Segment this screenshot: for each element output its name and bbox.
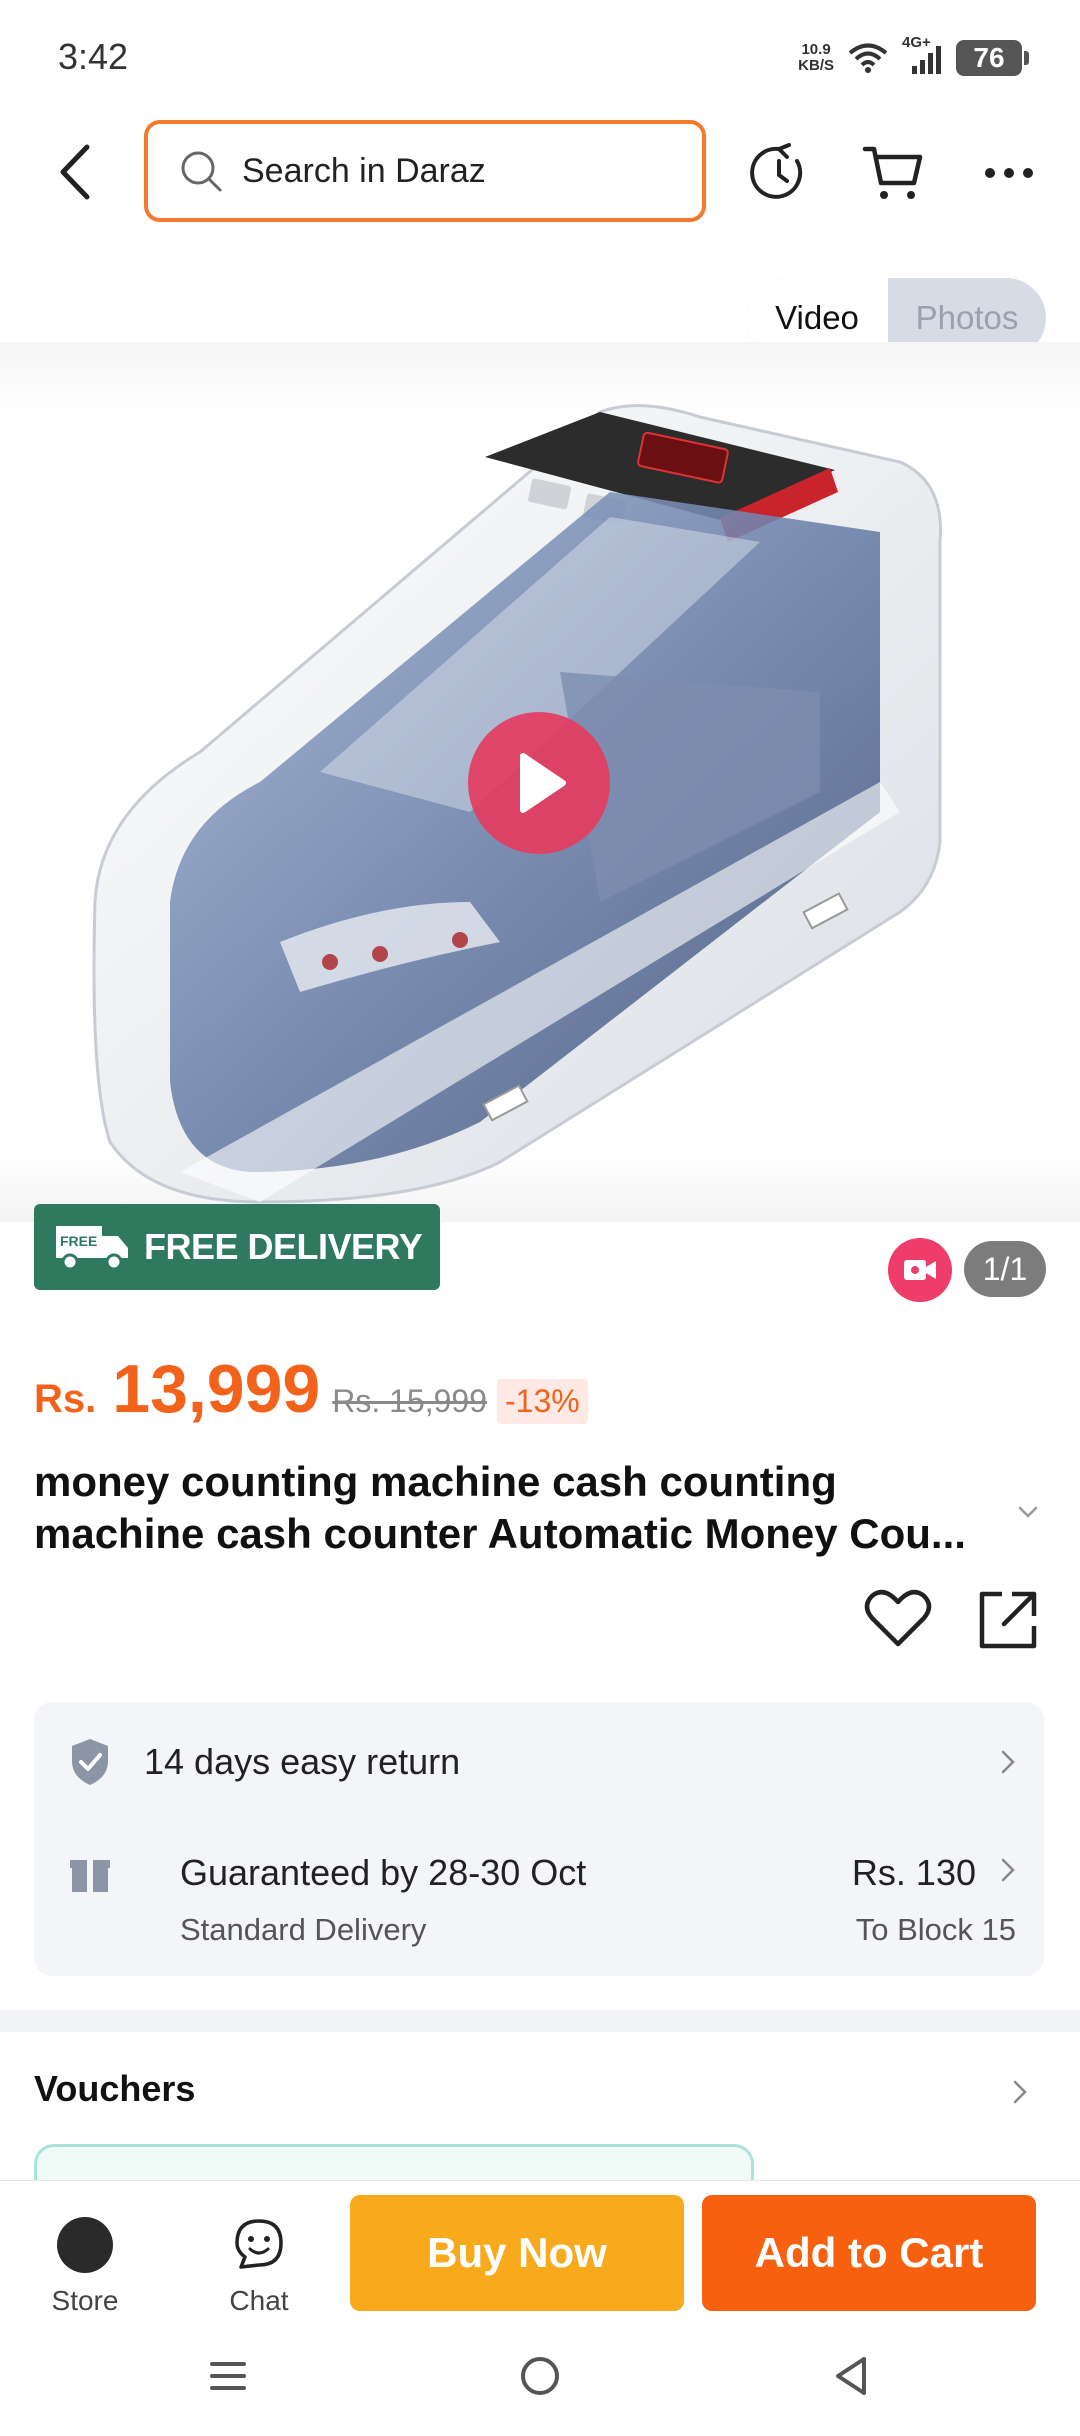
image-counter: 1/1: [964, 1241, 1046, 1297]
back-button[interactable]: [44, 140, 104, 204]
wifi-icon: [848, 43, 888, 73]
delivery-method: Standard Delivery: [180, 1912, 427, 1947]
return-policy-text: 14 days easy return: [144, 1741, 461, 1782]
wishlist-button[interactable]: [864, 1588, 932, 1650]
delivery-fee: Rs. 130: [851, 1852, 976, 1893]
search-icon: [181, 151, 222, 192]
play-icon: [520, 753, 566, 813]
status-icons: 10.9 KB/S 4G+ 76: [798, 34, 1029, 80]
search-input[interactable]: Search in Daraz: [144, 120, 706, 222]
original-price: Rs. 15,999: [332, 1383, 487, 1419]
chevron-down-icon: [1018, 1506, 1038, 1518]
free-delivery-badge: FREE FREE DELIVERY: [34, 1204, 440, 1290]
play-video-button[interactable]: [468, 712, 610, 854]
product-title: money counting machine cash counting mac…: [34, 1458, 966, 1557]
chevron-right-icon: [1001, 1750, 1015, 1774]
buy-now-button[interactable]: Buy Now: [350, 2195, 684, 2311]
status-bar: 3:42 10.9 KB/S 4G+ 76: [0, 0, 1080, 112]
share-button[interactable]: [976, 1588, 1040, 1652]
home-circle-icon: [521, 2357, 559, 2395]
price-row: Rs. 13,999 Rs. 15,999 -13%: [34, 1350, 588, 1428]
chat-button[interactable]: Chat: [214, 2217, 304, 2317]
svg-text:FREE: FREE: [60, 1233, 97, 1249]
delivery-info-card: 14 days easy return Guaranteed by 28-30 …: [34, 1702, 1044, 1976]
system-nav-bar: [0, 2316, 1080, 2436]
current-price: 13,999: [112, 1351, 321, 1427]
free-delivery-label: FREE DELIVERY: [144, 1226, 423, 1267]
cart-button[interactable]: [860, 140, 926, 206]
heart-icon: [864, 1589, 932, 1647]
store-label: Store: [51, 2285, 119, 2316]
back-arrow-icon: [60, 144, 90, 200]
delivery-truck-icon: FREE: [56, 1226, 128, 1271]
price-currency: Rs.: [34, 1377, 97, 1421]
more-dots-icon: [985, 168, 1033, 178]
voucher-card[interactable]: [34, 2144, 754, 2184]
store-button[interactable]: Store: [40, 2217, 130, 2317]
chevron-right-icon[interactable]: [1010, 2078, 1030, 2106]
section-divider: [0, 2010, 1080, 2032]
menu-lines-icon: [210, 2362, 246, 2390]
chevron-right-icon: [1001, 1858, 1015, 1882]
more-options-button[interactable]: [976, 140, 1042, 206]
return-policy-row[interactable]: 14 days easy return: [68, 1732, 1018, 1792]
share-icon: [979, 1591, 1037, 1649]
discount-badge: -13%: [497, 1379, 588, 1424]
package-icon: [70, 1860, 110, 1892]
video-camera-icon: [904, 1260, 936, 1280]
delivery-guarantee: Guaranteed by 28-30 Oct: [180, 1852, 587, 1893]
add-to-cart-button[interactable]: Add to Cart: [702, 2195, 1036, 2311]
cart-icon: [862, 146, 923, 199]
top-bar: Search in Daraz: [0, 112, 1080, 232]
shield-check-icon: [72, 1739, 108, 1785]
vouchers-heading[interactable]: Vouchers: [34, 2068, 195, 2110]
expand-title-button[interactable]: [1012, 1496, 1044, 1528]
chat-label: Chat: [229, 2285, 289, 2316]
triangle-back-icon: [836, 2357, 866, 2395]
signal-icon: 4G+: [902, 34, 942, 76]
net-speed: 10.9 KB/S: [798, 41, 834, 74]
status-time: 3:42: [58, 36, 129, 77]
refresh-history-icon: [750, 143, 803, 199]
home-button[interactable]: [510, 2346, 570, 2406]
delivery-row[interactable]: Guaranteed by 28-30 Oct Standard Deliver…: [68, 1844, 1018, 1947]
bottom-action-bar: Store Chat Buy Now Add to Cart: [0, 2180, 1080, 2316]
chat-icon: [235, 2219, 283, 2269]
history-button[interactable]: [746, 140, 812, 206]
store-avatar: [57, 2217, 113, 2273]
recent-apps-button[interactable]: [198, 2346, 258, 2406]
search-placeholder: Search in Daraz: [242, 151, 486, 190]
video-indicator[interactable]: [888, 1238, 952, 1302]
delivery-destination: To Block 15: [855, 1912, 1016, 1947]
battery-indicator: 76: [956, 40, 1029, 76]
nav-back-button[interactable]: [820, 2346, 880, 2406]
